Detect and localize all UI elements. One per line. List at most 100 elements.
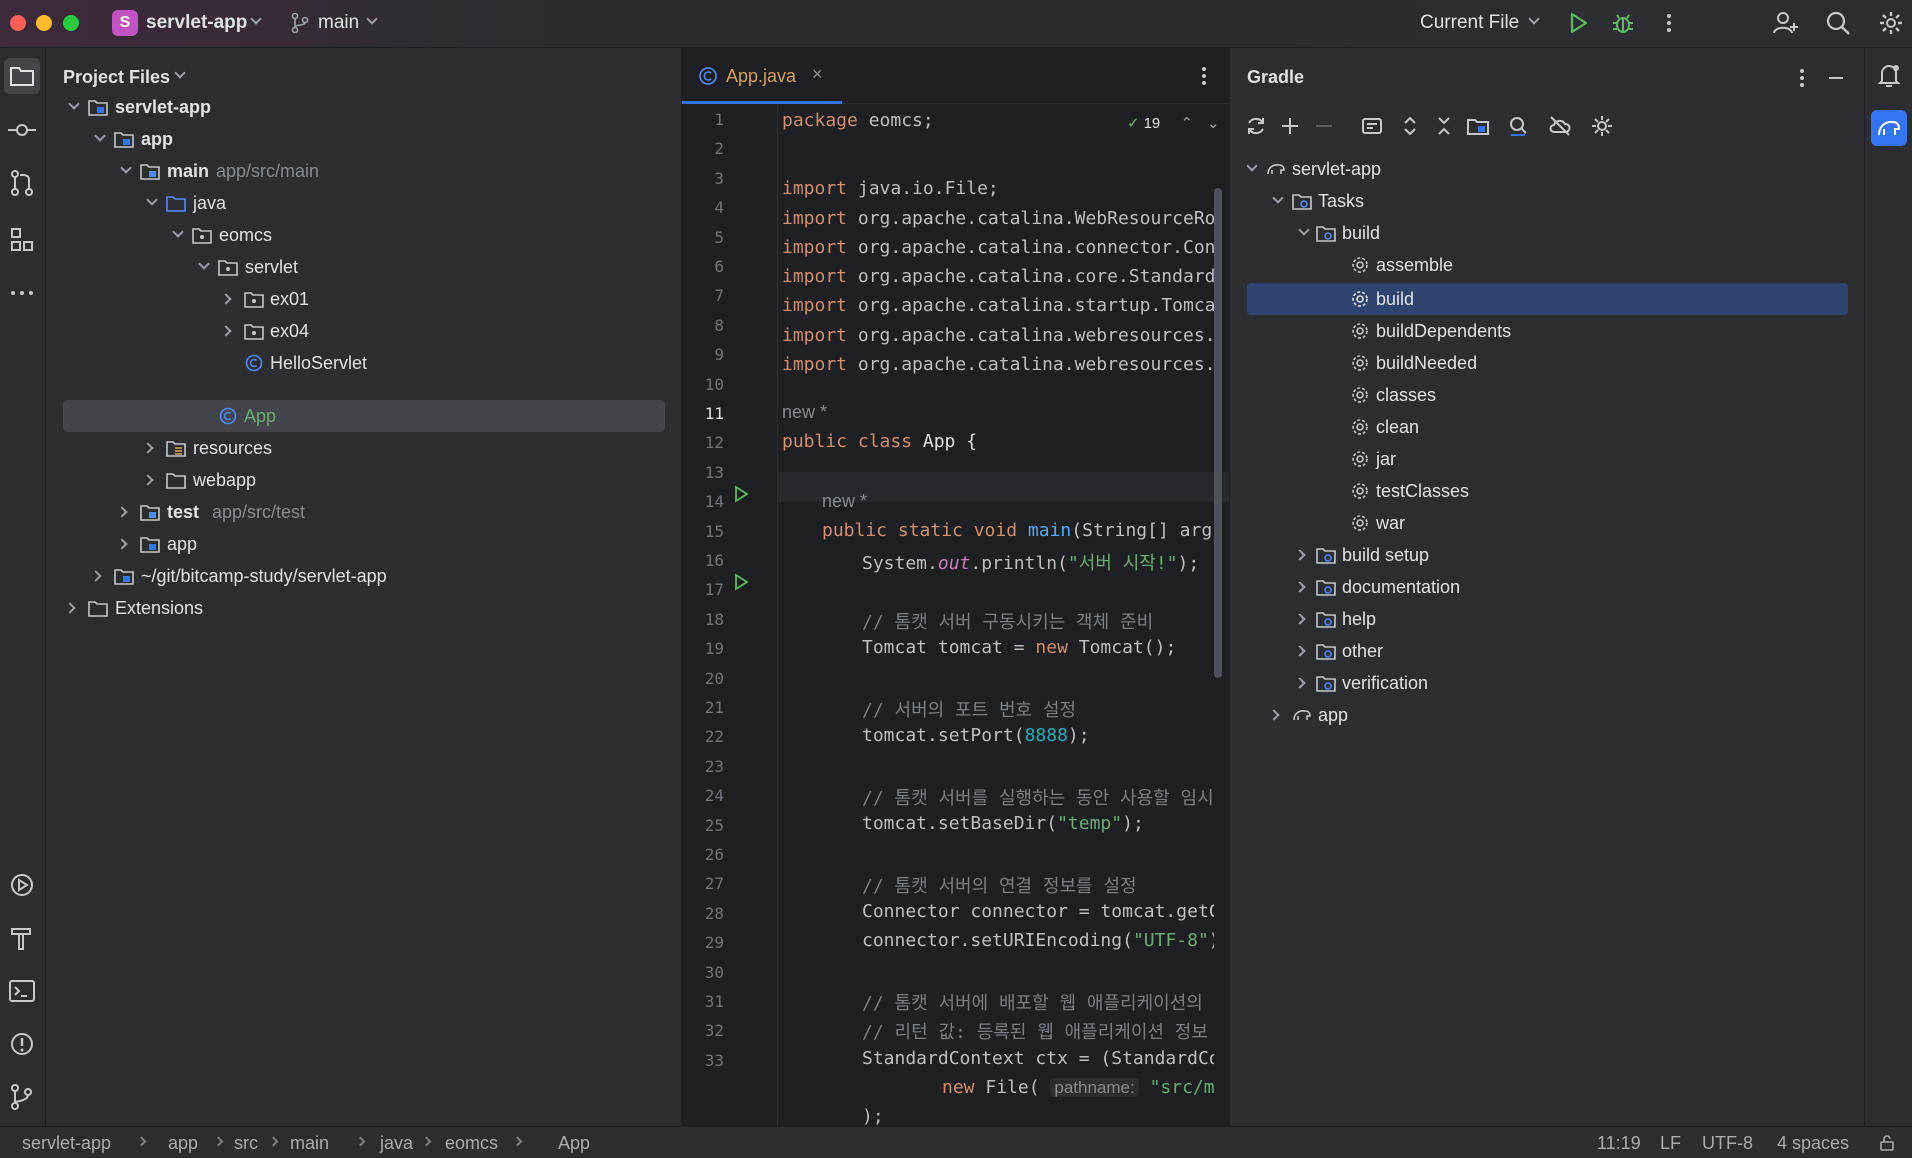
gradle-group-other[interactable]: other xyxy=(1230,635,1865,667)
project-panel-title[interactable]: Project Files xyxy=(63,67,170,88)
tree-item-webapp[interactable]: webapp xyxy=(46,464,682,496)
project-selector[interactable]: servlet-app xyxy=(146,12,247,34)
file-encoding[interactable]: UTF-8 xyxy=(1702,1133,1753,1154)
gradle-item-tasks[interactable]: Tasks xyxy=(1230,185,1865,217)
debug-icon[interactable] xyxy=(1609,9,1637,37)
more-horizontal-icon[interactable] xyxy=(5,276,39,310)
version-control-icon[interactable] xyxy=(5,1080,39,1114)
chevron-down-icon[interactable] xyxy=(250,13,262,25)
tasks-folder-icon xyxy=(1316,676,1336,692)
project-badge[interactable]: S xyxy=(112,10,138,36)
gradle-task-clean[interactable]: clean xyxy=(1230,411,1865,443)
git-branch-icon[interactable] xyxy=(290,12,310,34)
window-close-button[interactable] xyxy=(10,15,26,31)
tree-item-helloservlet[interactable]: HelloServlet xyxy=(46,347,682,379)
gradle-group-documentation[interactable]: documentation xyxy=(1230,571,1865,603)
group-modules-icon[interactable] xyxy=(1466,114,1490,138)
tree-item-main[interactable]: main app/src/main xyxy=(46,155,682,187)
add-icon[interactable] xyxy=(1278,114,1302,138)
analyze-dependencies-icon[interactable] xyxy=(1506,114,1530,138)
gradle-task-assemble[interactable]: assemble xyxy=(1230,249,1865,281)
tree-item-app-output[interactable]: app xyxy=(46,528,682,560)
run-configuration-selector[interactable]: Current File xyxy=(1420,12,1519,34)
notifications-bell-icon[interactable] xyxy=(1874,60,1904,90)
tree-item-ex01[interactable]: ex01 xyxy=(46,283,682,315)
collapse-all-icon[interactable] xyxy=(1432,114,1456,138)
commit-icon[interactable] xyxy=(5,113,39,147)
gradle-task-classes[interactable]: classes xyxy=(1230,379,1865,411)
minimize-icon[interactable] xyxy=(1824,66,1848,90)
tree-item-app-class[interactable]: App xyxy=(46,400,682,432)
build-settings-icon[interactable] xyxy=(1590,114,1614,138)
tree-item-servlet-app[interactable]: servlet-app xyxy=(46,91,682,123)
package-folder-icon xyxy=(244,292,264,308)
tree-item-servlet[interactable]: servlet xyxy=(46,251,682,283)
gradle-task-testClasses[interactable]: testClasses xyxy=(1230,475,1865,507)
tree-item-ex04[interactable]: ex04 xyxy=(46,315,682,347)
code-area[interactable]: package eomcs; import java.io.File; impo… xyxy=(682,48,1214,1126)
package-folder-icon xyxy=(192,228,212,244)
breadcrumb-item[interactable]: java xyxy=(380,1133,413,1154)
breadcrumb-item[interactable]: app xyxy=(168,1133,198,1154)
add-user-icon[interactable] xyxy=(1772,9,1800,37)
gradle-task-buildNeeded[interactable]: buildNeeded xyxy=(1230,347,1865,379)
editor-scrollbar[interactable] xyxy=(1214,188,1222,678)
tree-item-app[interactable]: app xyxy=(46,123,682,155)
breadcrumb-item[interactable]: main xyxy=(290,1133,329,1154)
gear-icon xyxy=(1352,483,1368,499)
gradle-task-buildDependents[interactable]: buildDependents xyxy=(1230,315,1865,347)
chevron-down-icon[interactable] xyxy=(174,67,186,79)
gradle-group-build[interactable]: build xyxy=(1230,217,1865,249)
expand-all-icon[interactable] xyxy=(1398,114,1422,138)
tree-item-extensions[interactable]: Extensions xyxy=(46,592,682,624)
breadcrumb-item[interactable]: servlet-app xyxy=(22,1133,111,1154)
settings-gear-icon[interactable] xyxy=(1877,9,1905,37)
gear-icon xyxy=(1352,451,1368,467)
tree-item-eomcs[interactable]: eomcs xyxy=(46,219,682,251)
lock-icon[interactable] xyxy=(1878,1134,1896,1152)
breadcrumb-item[interactable]: src xyxy=(234,1133,258,1154)
breadcrumb-item[interactable]: eomcs xyxy=(445,1133,498,1154)
reload-icon[interactable] xyxy=(1244,114,1268,138)
gear-icon xyxy=(1352,291,1368,307)
gradle-item-app[interactable]: app xyxy=(1230,699,1865,731)
run-icon[interactable] xyxy=(1564,9,1592,37)
indent-setting[interactable]: 4 spaces xyxy=(1777,1133,1849,1154)
chevron-down-icon[interactable] xyxy=(1528,13,1540,25)
chevron-right-icon xyxy=(268,1136,279,1147)
window-minimize-button[interactable] xyxy=(36,15,52,31)
gradle-group-help[interactable]: help xyxy=(1230,603,1865,635)
caret-position[interactable]: 11:19 xyxy=(1597,1133,1641,1154)
gradle-item-servlet-app[interactable]: servlet-app xyxy=(1230,153,1865,185)
execute-task-icon[interactable] xyxy=(1360,114,1384,138)
chevron-down-icon[interactable] xyxy=(366,13,378,25)
gradle-group-verification[interactable]: verification xyxy=(1230,667,1865,699)
gradle-tool-button-active[interactable] xyxy=(1871,110,1907,146)
structure-icon[interactable] xyxy=(5,223,39,257)
more-vertical-icon[interactable] xyxy=(1655,9,1683,37)
window-maximize-button[interactable] xyxy=(63,15,79,31)
search-icon[interactable] xyxy=(1824,9,1852,37)
tree-item-resources[interactable]: resources xyxy=(46,432,682,464)
tree-item-test[interactable]: test app/src/test xyxy=(46,496,682,528)
terminal-icon[interactable] xyxy=(5,974,39,1008)
more-vertical-icon[interactable] xyxy=(1790,66,1814,90)
chevron-right-icon xyxy=(421,1136,432,1147)
gradle-task-build[interactable]: build xyxy=(1230,283,1865,315)
problems-icon[interactable] xyxy=(5,1027,39,1061)
gradle-task-war[interactable]: war xyxy=(1230,507,1865,539)
build-hammer-icon[interactable] xyxy=(5,921,39,955)
tree-item-git-path[interactable]: ~/git/bitcamp-study/servlet-app xyxy=(46,560,682,592)
tree-item-java[interactable]: java xyxy=(46,187,682,219)
pull-requests-icon[interactable] xyxy=(5,166,39,200)
offline-mode-icon[interactable] xyxy=(1548,114,1572,138)
services-icon[interactable] xyxy=(5,868,39,902)
module-folder-icon xyxy=(114,132,134,148)
breadcrumb-item[interactable]: App xyxy=(558,1133,590,1154)
gradle-task-jar[interactable]: jar xyxy=(1230,443,1865,475)
folder-icon[interactable] xyxy=(5,59,39,93)
branch-selector[interactable]: main xyxy=(318,12,359,34)
line-ending[interactable]: LF xyxy=(1660,1133,1681,1154)
module-folder-icon xyxy=(88,100,108,116)
gradle-group-build-setup[interactable]: build setup xyxy=(1230,539,1865,571)
